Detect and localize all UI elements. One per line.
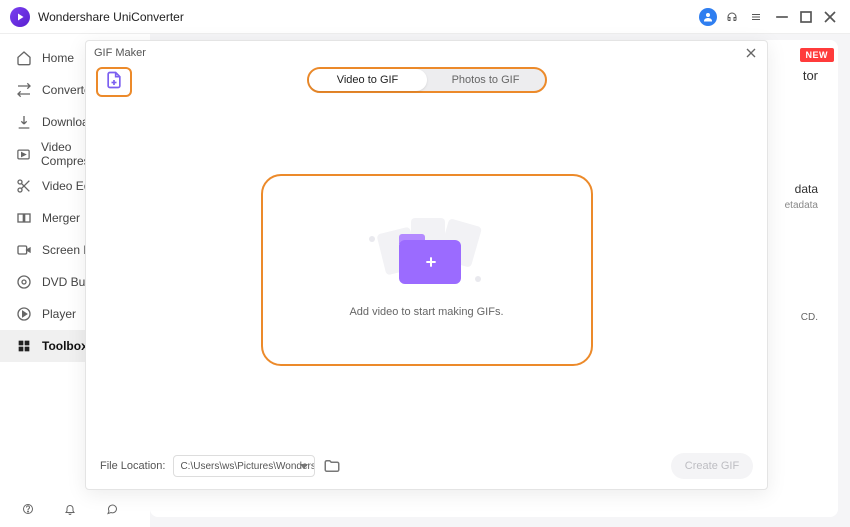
- bell-icon[interactable]: [60, 499, 80, 519]
- add-file-icon: [104, 69, 124, 96]
- feedback-icon[interactable]: [102, 499, 122, 519]
- bg-text: CD.: [801, 312, 818, 323]
- dialog-footer: File Location: C:\Users\ws\Pictures\Wond…: [86, 443, 767, 489]
- close-button[interactable]: [743, 45, 759, 61]
- home-icon: [16, 50, 32, 66]
- bg-text: data: [795, 182, 818, 196]
- maximize-button[interactable]: [796, 7, 816, 27]
- account-avatar[interactable]: [699, 8, 717, 26]
- bg-text: tor: [803, 68, 818, 83]
- sidebar-item-label: Toolbox: [42, 339, 88, 353]
- sidebar-item-label: Home: [42, 51, 74, 65]
- app-logo: [10, 7, 30, 27]
- tab-photos-to-gif[interactable]: Photos to GIF: [427, 69, 545, 91]
- menu-icon[interactable]: [746, 7, 766, 27]
- play-icon: [16, 306, 32, 322]
- compressor-icon: [16, 146, 31, 162]
- download-icon: [16, 114, 32, 130]
- folder-illustration: [377, 222, 477, 288]
- converter-icon: [16, 82, 32, 98]
- file-location-value: C:\Users\ws\Pictures\Wondershare UniConv…: [180, 461, 315, 472]
- file-location-select[interactable]: C:\Users\ws\Pictures\Wondershare UniConv…: [173, 455, 315, 477]
- titlebar: Wondershare UniConverter: [0, 0, 850, 34]
- plus-icon: [423, 254, 439, 270]
- create-gif-button[interactable]: Create GIF: [671, 453, 753, 479]
- mode-tabs: Video to GIF Photos to GIF: [307, 67, 547, 93]
- dialog-title: GIF Maker: [94, 47, 146, 59]
- support-icon[interactable]: [722, 7, 742, 27]
- sidebar-footer: [0, 499, 150, 519]
- scissors-icon: [16, 178, 32, 194]
- file-location-label: File Location:: [100, 460, 165, 472]
- minimize-button[interactable]: [772, 7, 792, 27]
- recorder-icon: [16, 242, 32, 258]
- merger-icon: [16, 210, 32, 226]
- bg-text: etadata: [785, 200, 818, 211]
- close-window-button[interactable]: [820, 7, 840, 27]
- add-file-button[interactable]: [96, 67, 132, 97]
- tab-video-to-gif[interactable]: Video to GIF: [309, 69, 427, 91]
- open-folder-button[interactable]: [323, 457, 341, 475]
- sidebar-item-label: Merger: [42, 211, 80, 225]
- help-icon[interactable]: [18, 499, 38, 519]
- drop-zone[interactable]: Add video to start making GIFs.: [261, 174, 593, 366]
- app-title: Wondershare UniConverter: [38, 10, 184, 24]
- new-badge: NEW: [800, 48, 835, 62]
- toolbox-icon: [16, 338, 32, 354]
- gif-maker-dialog: GIF Maker Video to GIF Photos to GIF: [85, 40, 768, 490]
- drop-hint-text: Add video to start making GIFs.: [349, 306, 503, 318]
- disc-icon: [16, 274, 32, 290]
- sidebar-item-label: Player: [42, 307, 76, 321]
